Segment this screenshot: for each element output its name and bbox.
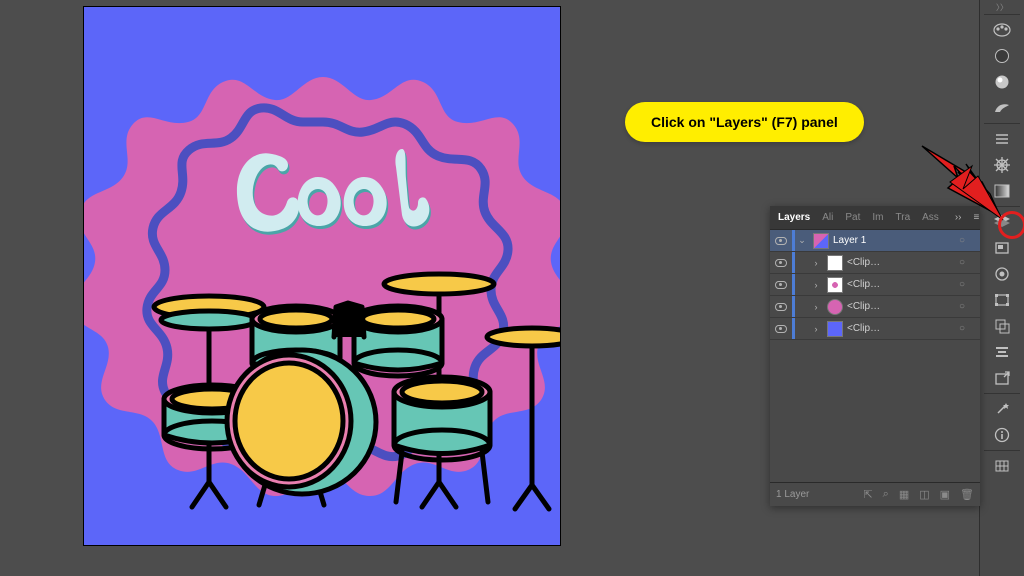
layer-row-parent[interactable]: ⌄ Layer 1 ○ xyxy=(770,230,980,252)
recolor-icon[interactable] xyxy=(980,43,1024,69)
visibility-toggle[interactable] xyxy=(770,237,792,245)
export-icon[interactable] xyxy=(980,365,1024,391)
search-icon[interactable]: ⌕ xyxy=(883,488,889,501)
new-layer-icon[interactable]: ▣ xyxy=(940,488,950,501)
align-icon[interactable] xyxy=(980,339,1024,365)
layers-list: ⌄ Layer 1 ○ › <Clip… ○ › <Clip… ○ xyxy=(770,230,980,482)
layer-thumb xyxy=(827,321,843,337)
locate-object-icon[interactable]: ⇱ xyxy=(863,488,872,501)
layer-row[interactable]: › <Clip… ○ xyxy=(770,274,980,296)
artboard xyxy=(83,6,561,546)
sphere-icon[interactable] xyxy=(980,69,1024,95)
red-arrow-annotation xyxy=(878,144,1008,224)
new-sublayer-icon[interactable]: ◫ xyxy=(919,488,929,501)
disclosure-icon[interactable]: › xyxy=(809,302,823,312)
info-icon[interactable] xyxy=(980,422,1024,448)
disclosure-icon[interactable]: › xyxy=(809,258,823,268)
right-dock: 〉〉 xyxy=(979,0,1024,576)
target-icon[interactable]: ○ xyxy=(954,279,970,290)
layer-row[interactable]: › <Clip… ○ xyxy=(770,296,980,318)
transform-icon[interactable] xyxy=(980,287,1024,313)
layer-name[interactable]: <Clip… xyxy=(847,257,954,268)
visibility-toggle[interactable] xyxy=(770,281,792,289)
disclosure-icon[interactable]: › xyxy=(809,280,823,290)
collect-icon[interactable]: ▦ xyxy=(899,488,909,501)
layer-thumb xyxy=(813,233,829,249)
layer-row[interactable]: › <Clip… ○ xyxy=(770,318,980,340)
tab-layers[interactable]: Layers xyxy=(774,212,814,223)
layer-thumb xyxy=(827,255,843,271)
disclosure-icon[interactable]: › xyxy=(809,324,823,334)
layer-thumb xyxy=(827,277,843,293)
pathfinder-icon[interactable] xyxy=(980,313,1024,339)
layer-name[interactable]: Layer 1 xyxy=(833,235,954,246)
brush-icon[interactable] xyxy=(980,95,1024,121)
delete-icon[interactable]: 🗑 xyxy=(960,488,974,501)
visibility-toggle[interactable] xyxy=(770,303,792,311)
layer-name[interactable]: <Clip… xyxy=(847,279,954,290)
magic-wand-icon[interactable] xyxy=(980,396,1024,422)
layer-row[interactable]: › <Clip… ○ xyxy=(770,252,980,274)
tab-align[interactable]: Ali xyxy=(818,212,837,223)
target-icon[interactable]: ○ xyxy=(954,323,970,334)
visibility-toggle[interactable] xyxy=(770,259,792,267)
visibility-toggle[interactable] xyxy=(770,325,792,333)
artboards-icon[interactable] xyxy=(980,235,1024,261)
color-guide-icon[interactable] xyxy=(980,17,1024,43)
target-icon[interactable]: ○ xyxy=(954,301,970,312)
disclosure-icon[interactable]: ⌄ xyxy=(795,235,809,246)
panel-footer: 1 Layer ⇱ ⌕ ▦ ◫ ▣ 🗑 xyxy=(770,482,980,506)
tab-pathfinder[interactable]: Pat xyxy=(841,212,864,223)
layer-thumb xyxy=(827,299,843,315)
collapse-dock-icon[interactable]: 〉〉 xyxy=(980,2,1024,12)
grid-icon[interactable] xyxy=(980,453,1024,479)
layer-name[interactable]: <Clip… xyxy=(847,301,954,312)
tooltip-callout: Click on "Layers" (F7) panel xyxy=(625,102,864,142)
appearance-icon[interactable] xyxy=(980,261,1024,287)
layers-panel: Layers Ali Pat Im Tra Ass ›› ≡ ⌄ Layer 1… xyxy=(770,206,980,506)
target-icon[interactable]: ○ xyxy=(954,235,970,246)
layer-count: 1 Layer xyxy=(776,489,853,500)
target-icon[interactable]: ○ xyxy=(954,257,970,268)
layer-name[interactable]: <Clip… xyxy=(847,323,954,334)
